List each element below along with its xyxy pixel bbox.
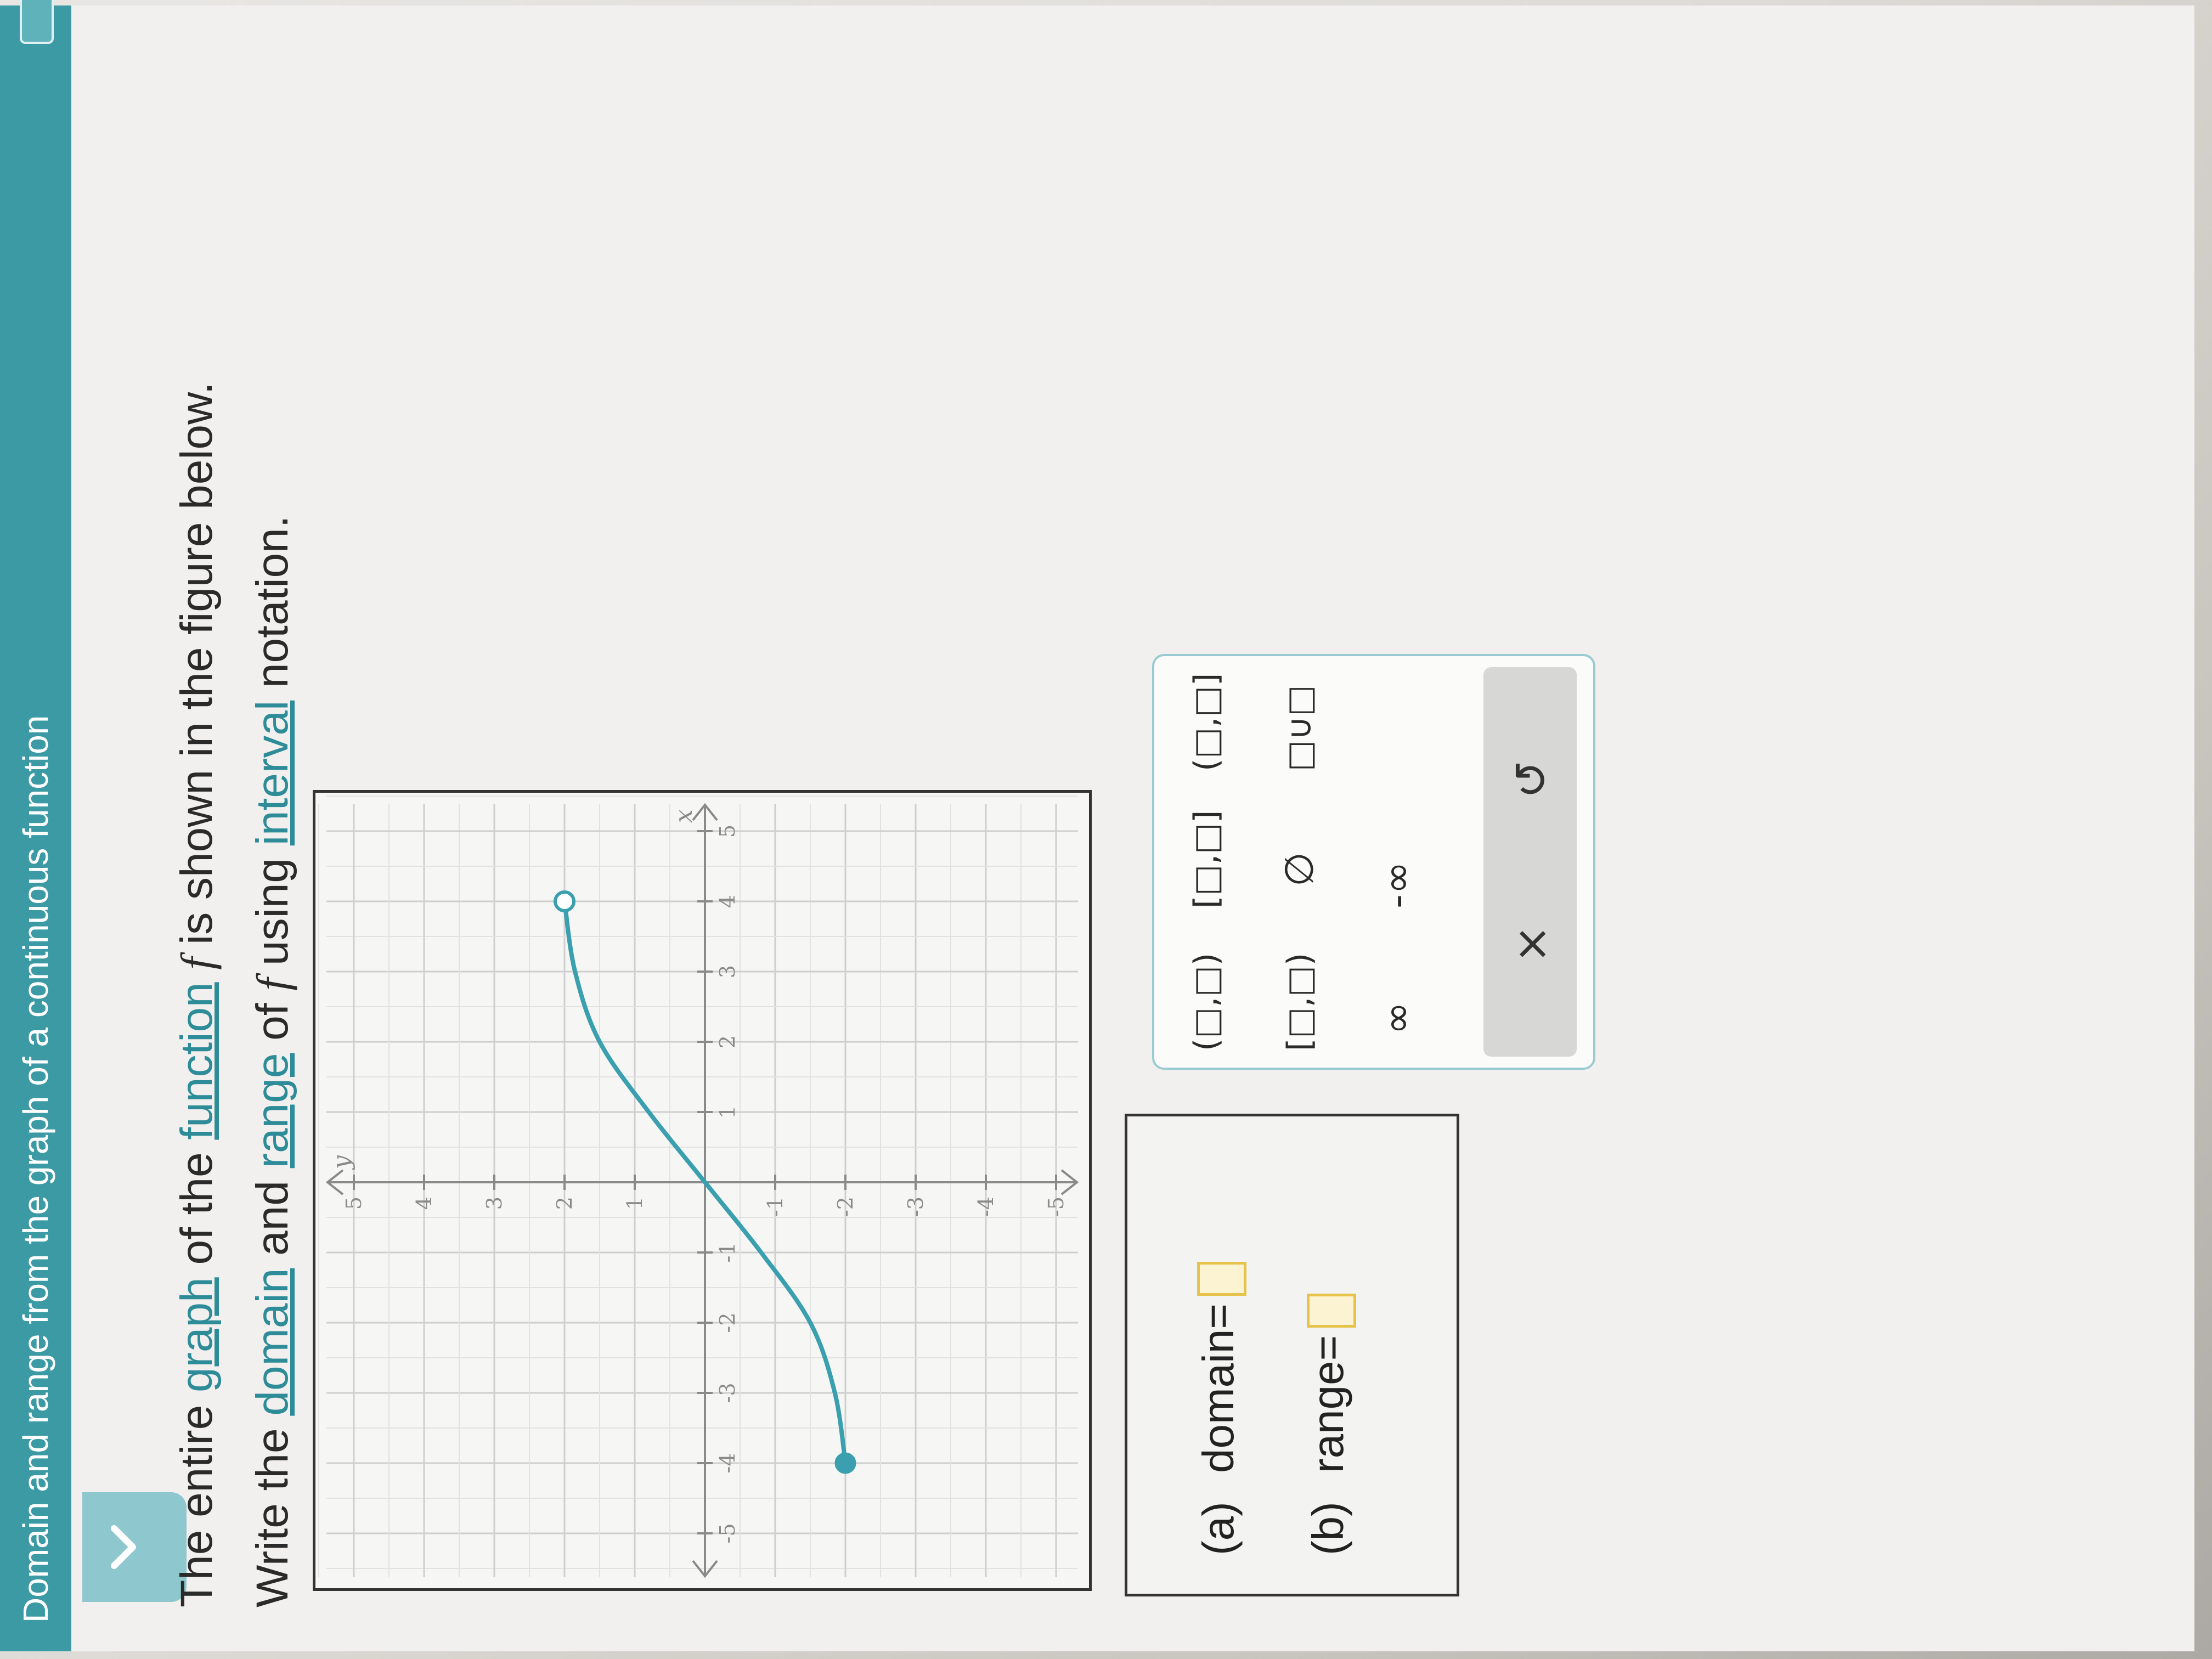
y-tick-label: -4 xyxy=(974,1197,998,1217)
y-tick-label: -2 xyxy=(833,1197,857,1217)
y-tick-label: 3 xyxy=(482,1197,506,1210)
y-tick-label: 5 xyxy=(342,1197,366,1210)
range-row: (b) range= xyxy=(1303,1293,1356,1555)
page: Domain and range from the graph of a con… xyxy=(0,0,2194,1651)
negative-infinity-button[interactable]: -∞ xyxy=(1374,861,1420,909)
graph-link[interactable]: graph xyxy=(172,1277,222,1392)
range-label: range= xyxy=(1304,1335,1352,1473)
notation-palette: (□,□) [□,□] (□,□] [□,□) ∅ □∪□ ∞ -∞ × ↺ xyxy=(1152,654,1595,1070)
y-tick-label: 1 xyxy=(623,1197,647,1210)
x-tick-label: 1 xyxy=(715,1105,740,1119)
text: The entire xyxy=(172,1392,222,1607)
open-endpoint xyxy=(554,890,575,912)
x-tick-label: 3 xyxy=(715,965,740,978)
text: Write the xyxy=(247,1415,297,1607)
interval-link[interactable]: interval xyxy=(247,701,297,845)
function-graph: -5 -4 -3 -2 -1 1 2 3 4 5 -5 -4 -3 -2 -1 1 2 3 4 5 x y xyxy=(318,795,1092,1578)
page-title: Domain and range from the graph of a con… xyxy=(16,715,55,1623)
undo-button[interactable]: ↺ xyxy=(1504,760,1558,799)
question-line-1: The entire graph of the function f is sh… xyxy=(159,71,235,1607)
progress-indicator xyxy=(20,0,54,44)
range-input[interactable] xyxy=(1306,1293,1356,1328)
empty-set-button[interactable]: ∅ xyxy=(1276,852,1322,887)
x-tick-label: 4 xyxy=(715,895,740,908)
function-variable: f xyxy=(247,978,297,991)
text: notation. xyxy=(247,515,297,701)
text: and xyxy=(247,1168,297,1268)
palette-footer: × ↺ xyxy=(1483,667,1577,1057)
part-a-label: (a) xyxy=(1194,1502,1243,1555)
graph-panel: -5 -4 -3 -2 -1 1 2 3 4 5 -5 -4 -3 -2 -1 1 2 3 4 5 x y xyxy=(313,790,1092,1591)
domain-link[interactable]: domain xyxy=(247,1268,297,1416)
closed-endpoint xyxy=(834,1452,856,1474)
y-axis-label: y xyxy=(328,1155,356,1170)
x-axis-label: x xyxy=(670,809,698,823)
closed-closed-interval-button[interactable]: [□,□] xyxy=(1187,810,1226,909)
x-tick-label: -3 xyxy=(715,1383,740,1403)
question-text: The entire graph of the function f is sh… xyxy=(159,71,311,1607)
union-button[interactable]: □∪□ xyxy=(1280,685,1319,771)
open-closed-interval-button[interactable]: (□,□] xyxy=(1187,673,1226,771)
y-tick-label: -3 xyxy=(904,1197,928,1217)
y-tick-label: -5 xyxy=(1044,1197,1068,1217)
answer-box: (a) domain= (b) range= xyxy=(1125,1114,1459,1596)
progress-segment xyxy=(20,0,54,44)
clear-button[interactable]: × xyxy=(1504,925,1558,963)
function-variable: f xyxy=(172,957,222,970)
closed-open-interval-button[interactable]: [□,□) xyxy=(1280,953,1319,1051)
x-tick-label: -5 xyxy=(715,1523,740,1543)
text: using xyxy=(247,845,297,978)
open-open-interval-button[interactable]: (□,□) xyxy=(1187,953,1226,1051)
range-link[interactable]: range xyxy=(247,1053,297,1169)
domain-input[interactable] xyxy=(1197,1261,1246,1296)
y-tick-label: 2 xyxy=(552,1197,577,1210)
text: is shown in the figure below. xyxy=(172,382,222,957)
infinity-button[interactable]: ∞ xyxy=(1374,1002,1420,1035)
question-line-2: Write the domain and range of f using in… xyxy=(235,71,311,1607)
text: of xyxy=(247,990,297,1053)
function-link[interactable]: function xyxy=(172,982,222,1139)
domain-row: (a) domain= xyxy=(1193,1261,1246,1555)
y-tick-label: -1 xyxy=(763,1197,787,1217)
chevron-down-icon xyxy=(111,1525,136,1569)
y-tick-label: 4 xyxy=(412,1197,436,1210)
part-b-label: (b) xyxy=(1304,1502,1352,1555)
text: of the xyxy=(172,1139,222,1278)
x-tick-label: -1 xyxy=(715,1242,740,1262)
x-tick-label: -4 xyxy=(715,1453,740,1473)
x-tick-label: 5 xyxy=(715,825,740,838)
domain-label: domain= xyxy=(1194,1303,1243,1473)
x-tick-label: 2 xyxy=(715,1035,740,1048)
top-bar: Domain and range from the graph of a con… xyxy=(0,0,71,1651)
x-tick-label: -2 xyxy=(715,1312,740,1333)
